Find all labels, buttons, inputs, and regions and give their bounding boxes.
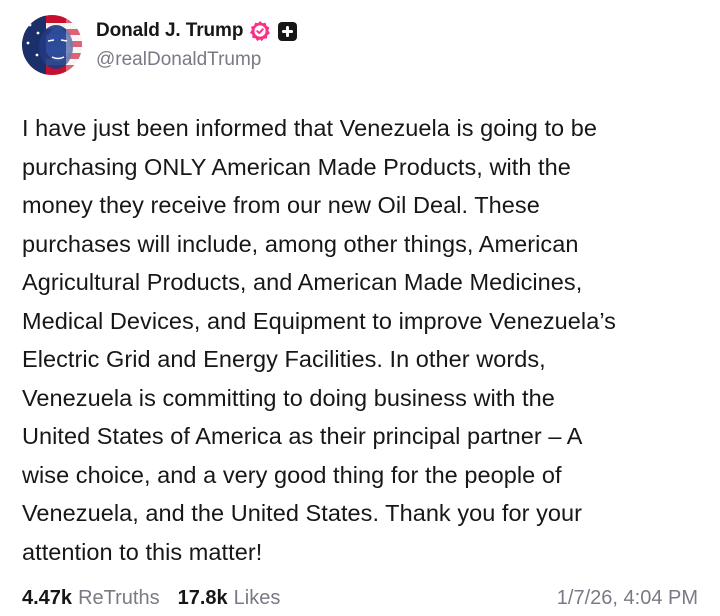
- post-line: Venezuela is committing to doing busines…: [22, 384, 555, 411]
- plus-icon: [278, 21, 298, 41]
- author-display-name[interactable]: Donald J. Trump: [96, 20, 243, 42]
- author-names: Donald J. Trump @realDonaldTrump: [96, 16, 298, 74]
- author-avatar[interactable]: [22, 15, 82, 75]
- name-row: Donald J. Trump: [96, 16, 298, 46]
- post-timestamp[interactable]: 1/7/26, 4:04 PM: [557, 587, 698, 610]
- author-handle[interactable]: @realDonaldTrump: [96, 46, 297, 74]
- likes-count: 17.8k: [177, 586, 228, 609]
- retruths-stat[interactable]: 4.47k ReTruths: [22, 587, 160, 610]
- retruths-count: 4.47k: [22, 586, 73, 609]
- likes-stat[interactable]: 17.8k Likes: [178, 587, 281, 610]
- post-line: wise choice, and a very good thing for t…: [22, 461, 562, 488]
- post-line: attention to this matter!: [22, 538, 263, 565]
- post-line: I have just been informed that Venezuela…: [22, 115, 597, 141]
- post-line: purchasing ONLY American Made Products, …: [22, 153, 571, 180]
- post-footer: 4.47k ReTruths 17.8k Likes 1/7/26, 4:04 PM: [22, 580, 698, 616]
- verified-badge-icon: [249, 20, 271, 42]
- retruths-label: ReTruths: [78, 586, 160, 609]
- post-header: Donald J. Trump @realDonaldTrump: [22, 14, 298, 76]
- post-line: United States of America as their princi…: [22, 423, 583, 449]
- post-line: Venezuela, and the United States. Thank …: [22, 500, 583, 526]
- post-line: Medical Devices, and Equipment to improv…: [22, 307, 616, 334]
- avatar-image: [22, 15, 82, 75]
- post-body: I have just been informed that Venezuela…: [22, 109, 702, 571]
- post-line: purchases will include, among other thin…: [22, 230, 579, 257]
- likes-label: Likes: [233, 586, 281, 609]
- post-line: money they receive from our new Oil Deal…: [22, 192, 540, 218]
- truth-post: Donald J. Trump @realDonaldTrump I have …: [0, 0, 720, 616]
- post-line: Agricultural Products, and American Made…: [22, 269, 583, 295]
- post-line: Electric Grid and Energy Facilities. In …: [22, 346, 546, 372]
